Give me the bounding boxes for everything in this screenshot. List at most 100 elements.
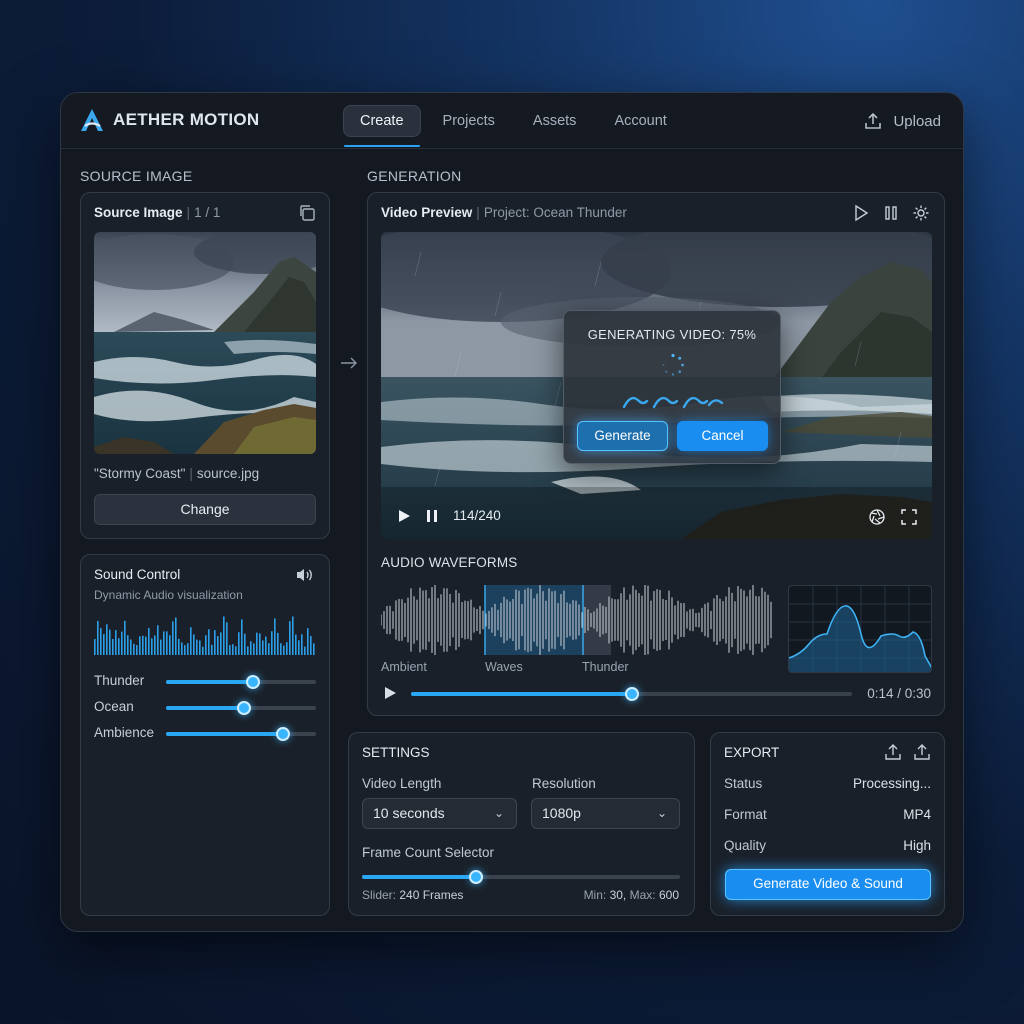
audio-visualizer bbox=[94, 616, 315, 655]
aether-logo-icon bbox=[81, 109, 103, 131]
eq-bar bbox=[220, 632, 222, 655]
preview-title: Video Preview | Project: Ocean Thunder bbox=[381, 205, 627, 220]
arrow-right-icon bbox=[341, 357, 357, 369]
source-panel-title-text: Source Image bbox=[94, 205, 183, 220]
frame-count-knob[interactable] bbox=[469, 870, 484, 884]
eq-bar bbox=[277, 632, 279, 655]
tab-assets[interactable]: Assets bbox=[517, 105, 593, 137]
eq-bar bbox=[274, 618, 276, 655]
eq-bar bbox=[265, 636, 267, 655]
eq-bar bbox=[307, 628, 309, 655]
thunder-slider-row: Thunder bbox=[94, 671, 316, 691]
eq-bar bbox=[217, 636, 219, 655]
eq-bar bbox=[160, 639, 162, 655]
generating-modal: GENERATING VIDEO: 75% Generate Cancel bbox=[563, 310, 781, 464]
app-name: AETHER MOTION bbox=[113, 110, 260, 129]
sound-title: Sound Control bbox=[94, 567, 181, 582]
audio-waveform[interactable] bbox=[380, 582, 775, 658]
ambience-slider-knob[interactable] bbox=[276, 727, 290, 741]
video-controls: 114/240 bbox=[397, 508, 501, 523]
share-icon[interactable] bbox=[913, 743, 931, 761]
eq-bar bbox=[271, 631, 273, 655]
eq-bar bbox=[235, 646, 237, 655]
eq-bar bbox=[211, 644, 213, 655]
change-image-button[interactable]: Change bbox=[94, 494, 316, 525]
pause-icon[interactable] bbox=[882, 204, 900, 222]
eq-bar bbox=[250, 641, 252, 655]
eq-bar bbox=[94, 639, 96, 655]
copy-icon[interactable] bbox=[298, 204, 316, 222]
play-icon[interactable] bbox=[852, 204, 870, 222]
generate-button[interactable]: Generate bbox=[577, 421, 668, 451]
quality-label: Quality bbox=[724, 838, 767, 853]
eq-bar bbox=[199, 640, 201, 655]
video-length-select[interactable]: 10 seconds ⌄ bbox=[362, 798, 517, 829]
eq-bar bbox=[262, 640, 264, 655]
ocean-slider-knob[interactable] bbox=[237, 701, 251, 715]
fullscreen-icon[interactable] bbox=[900, 508, 918, 526]
eq-bar bbox=[175, 617, 177, 655]
slider-prefix: Slider: bbox=[362, 888, 397, 902]
eq-bar bbox=[178, 638, 180, 655]
ambience-slider[interactable] bbox=[166, 727, 316, 741]
timeline-knob[interactable] bbox=[624, 687, 639, 701]
export-upload-icon[interactable] bbox=[884, 743, 902, 761]
eq-bar bbox=[193, 634, 195, 655]
eq-bar bbox=[148, 628, 150, 655]
ocean-slider[interactable] bbox=[166, 701, 316, 715]
eq-bar bbox=[145, 636, 147, 655]
generate-video-sound-button[interactable]: Generate Video & Sound bbox=[725, 869, 931, 900]
video-play-icon[interactable] bbox=[397, 509, 411, 523]
settings-gear-icon[interactable] bbox=[912, 204, 930, 222]
eq-bar bbox=[226, 622, 228, 655]
min-prefix: Min: bbox=[583, 888, 607, 902]
eq-bar bbox=[151, 638, 153, 655]
source-image-panel: Source Image | 1 / 1 "Stormy Coast" | so… bbox=[80, 192, 330, 539]
audio-play-icon[interactable] bbox=[383, 686, 397, 700]
tab-projects[interactable]: Projects bbox=[427, 105, 511, 137]
eq-bar bbox=[121, 631, 123, 655]
eq-bar bbox=[103, 634, 105, 655]
aperture-icon[interactable] bbox=[868, 508, 886, 526]
video-preview[interactable]: GENERATING VIDEO: 75% Generate Cancel 11… bbox=[381, 232, 932, 539]
source-image-thumbnail[interactable] bbox=[94, 232, 316, 454]
eq-bar bbox=[133, 643, 135, 655]
eq-bar bbox=[124, 620, 126, 655]
resolution-select[interactable]: 1080p ⌄ bbox=[531, 798, 680, 829]
audio-timeline-slider[interactable] bbox=[411, 687, 852, 701]
upload-button[interactable]: Upload bbox=[863, 111, 941, 131]
sound-control-panel: Sound Control Dynamic Audio visualizatio… bbox=[80, 554, 330, 916]
track-label-ambient: Ambient bbox=[381, 660, 427, 674]
speaker-icon[interactable] bbox=[295, 567, 315, 583]
min-value: 30, bbox=[609, 888, 627, 902]
eq-bar bbox=[163, 631, 165, 655]
wave-icon bbox=[622, 396, 724, 409]
eq-bar bbox=[142, 635, 144, 655]
eq-bar bbox=[310, 635, 312, 655]
chevron-down-icon: ⌄ bbox=[493, 806, 504, 820]
quality-value: High bbox=[903, 838, 931, 853]
eq-bar bbox=[295, 634, 297, 655]
max-value: 600 bbox=[658, 888, 679, 902]
thunder-slider-knob[interactable] bbox=[246, 675, 260, 689]
ocean-slider-row: Ocean bbox=[94, 697, 316, 717]
playback-time: 0:14 / 0:30 bbox=[867, 686, 931, 701]
eq-bar bbox=[283, 645, 285, 655]
eq-bar bbox=[106, 624, 108, 655]
video-length-value: 10 seconds bbox=[373, 805, 445, 821]
logo[interactable]: AETHER MOTION bbox=[79, 107, 260, 133]
eq-bar bbox=[301, 634, 303, 655]
format-label: Format bbox=[724, 807, 767, 822]
video-pause-icon[interactable] bbox=[425, 509, 439, 523]
generation-section-label: GENERATION bbox=[367, 168, 462, 184]
settings-panel: SETTINGS Video Length Resolution 10 seco… bbox=[348, 732, 695, 916]
frame-count-slider[interactable] bbox=[362, 870, 680, 884]
source-caption: "Stormy Coast" | source.jpg bbox=[94, 466, 260, 481]
generating-status: GENERATING VIDEO: 75% bbox=[587, 327, 757, 342]
tab-account[interactable]: Account bbox=[598, 105, 682, 137]
cancel-button[interactable]: Cancel bbox=[677, 421, 768, 451]
tab-create[interactable]: Create bbox=[343, 105, 421, 147]
eq-bar bbox=[190, 627, 192, 655]
thunder-slider[interactable] bbox=[166, 675, 316, 689]
preview-title-text: Video Preview bbox=[381, 205, 473, 220]
